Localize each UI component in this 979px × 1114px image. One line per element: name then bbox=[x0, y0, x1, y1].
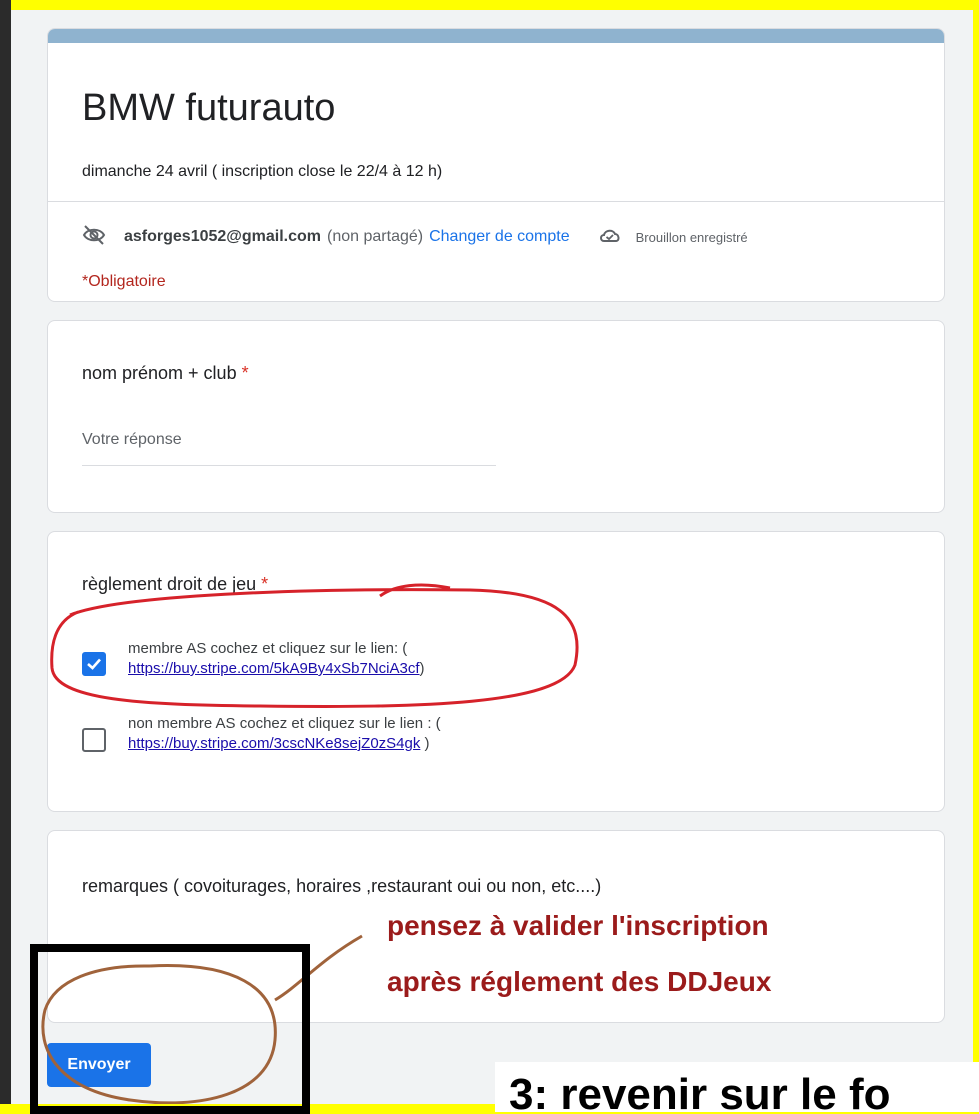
black-box-annotation bbox=[30, 944, 310, 1114]
annotation-line-2: après réglement des DDJeux bbox=[387, 966, 772, 997]
annotation-line-1: pensez à valider l'inscription bbox=[387, 910, 769, 941]
red-circle-annotation bbox=[50, 583, 579, 708]
bottom-banner-annotation: 3: revenir sur le fo bbox=[495, 1062, 979, 1112]
